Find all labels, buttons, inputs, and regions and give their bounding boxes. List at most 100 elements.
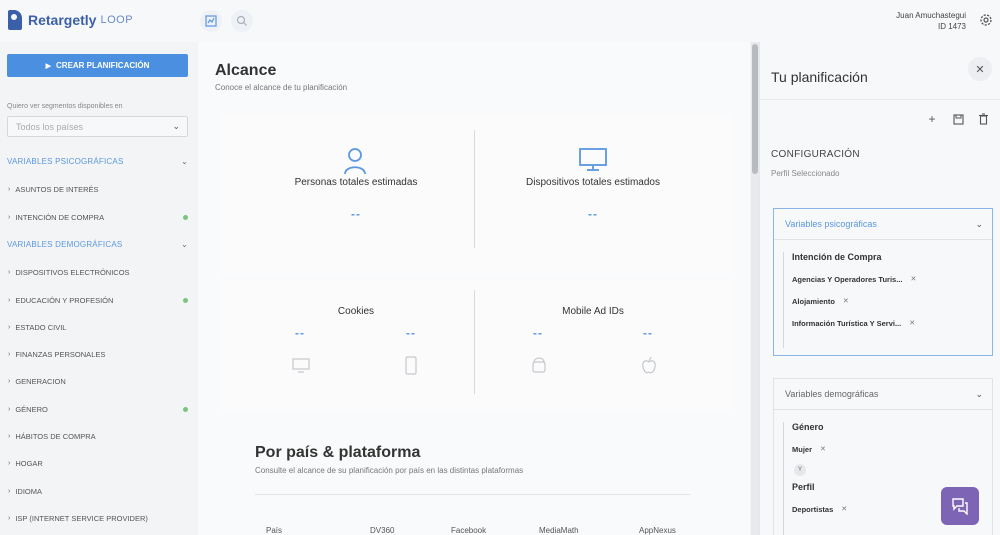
remove-tag-icon[interactable]: ✕	[910, 275, 916, 283]
sidebar-group-label: VARIABLES PSICOGRÁFICAS	[7, 156, 124, 166]
sidebar-item-dispositivos[interactable]: › DISPOSITIVOS ELECTRÓNICOS	[0, 259, 197, 285]
sidebar-item-educacion[interactable]: › EDUCACIÓN Y PROFESIÓN	[0, 287, 197, 313]
monitor-icon	[579, 148, 607, 171]
chevron-right-icon: ›	[8, 405, 11, 413]
cookies-title: Cookies	[337, 306, 375, 317]
chart-icon	[205, 15, 217, 27]
column-header-country[interactable]: País	[266, 526, 282, 535]
segments-label: Quiero ver segmentos disponibles en	[7, 103, 123, 110]
segment-tag-label: Alojamiento	[792, 296, 835, 306]
sidebar-item-generacion[interactable]: › GENERACION	[0, 368, 197, 394]
segment-tag-label: Deportistas	[792, 504, 834, 514]
create-planning-button[interactable]: ▶ CREAR PLANIFICACIÓN	[7, 54, 188, 77]
top-bar: Retargetly LOOP Juan Amuchastegui ID 147…	[0, 0, 1000, 42]
chat-icon	[952, 498, 968, 515]
chevron-right-icon: ›	[8, 487, 11, 495]
divider	[474, 290, 475, 394]
sidebar-group-label: VARIABLES DEMOGRÁFICAS	[7, 239, 123, 249]
user-info[interactable]: Juan Amuchastegui ID 1473	[896, 10, 966, 32]
sidebar-item-label: ISP (INTERNET SERVICE PROVIDER)	[15, 513, 148, 523]
and-operator: Y	[794, 464, 806, 476]
chevron-right-icon: ›	[8, 350, 11, 358]
devices-total-value: --	[588, 207, 598, 221]
demographic-header-label: Variables demográficas	[785, 389, 879, 399]
page-subtitle: Conoce el alcance de tu planificación	[215, 83, 348, 92]
remove-tag-icon[interactable]: ✕	[820, 445, 826, 453]
sidebar-item-label: GENERACION	[15, 376, 66, 386]
product-name: LOOP	[100, 14, 134, 26]
plus-icon: +	[928, 112, 936, 126]
sidebar-group-demograficas[interactable]: VARIABLES DEMOGRÁFICAS ⌄	[0, 232, 197, 256]
chevron-right-icon: ›	[8, 432, 11, 440]
mobile-icon	[405, 356, 417, 375]
country-section-title: Por país & plataforma	[255, 444, 421, 461]
column-header-mediamath[interactable]: MediaMath	[539, 526, 579, 535]
psychographic-header[interactable]: Variables psicográficas ⌄	[774, 209, 992, 240]
brand-name: Retargetly	[28, 12, 97, 28]
sidebar-item-idioma[interactable]: › IDIOMA	[0, 478, 197, 504]
sidebar: ▶ CREAR PLANIFICACIÓN Quiero ver segment…	[0, 42, 197, 535]
chevron-right-icon: ›	[8, 296, 11, 304]
planning-panel: Tu planificación ✕ + CONFIGURACIÓN Perfi…	[759, 42, 1000, 535]
column-header-facebook[interactable]: Facebook	[451, 526, 486, 535]
country-select[interactable]: Todos los países ⌄	[7, 116, 188, 137]
page-title: Alcance	[215, 62, 277, 79]
selected-dot	[183, 406, 188, 412]
android-icon	[532, 357, 546, 373]
sidebar-item-asuntos[interactable]: › ASUNTOS DE INTERÉS	[0, 176, 197, 202]
close-button[interactable]: ✕	[968, 57, 992, 81]
sidebar-item-hogar[interactable]: › HOGAR	[0, 450, 197, 476]
sidebar-item-intencion[interactable]: › INTENCIÓN DE COMPRA	[0, 204, 197, 230]
sidebar-item-label: HÁBITOS DE COMPRA	[15, 431, 96, 441]
remove-tag-icon[interactable]: ✕	[909, 319, 915, 327]
cookies-mobile-value: --	[406, 326, 416, 340]
column-header-dv360[interactable]: DV360	[370, 526, 394, 535]
scrollbar-thumb[interactable]	[752, 44, 758, 174]
chart-nav-button[interactable]	[200, 10, 222, 32]
logo[interactable]: Retargetly LOOP	[8, 10, 133, 30]
sidebar-item-label: INTENCIÓN DE COMPRA	[15, 212, 105, 222]
devices-total-title: Dispositivos totales estimados	[526, 177, 660, 188]
chat-button[interactable]	[941, 487, 979, 525]
ios-value: --	[643, 326, 653, 340]
people-total-title: Personas totales estimadas	[294, 177, 418, 188]
create-planning-label: CREAR PLANIFICACIÓN	[56, 61, 150, 70]
sidebar-item-label: IDIOMA	[15, 486, 43, 496]
search-nav-button[interactable]	[231, 10, 253, 32]
add-button[interactable]: +	[923, 110, 941, 128]
sidebar-item-habitos[interactable]: › HÁBITOS DE COMPRA	[0, 423, 197, 449]
close-icon: ✕	[975, 63, 985, 76]
segment-tag: Alojamiento ✕	[792, 290, 916, 312]
remove-tag-icon[interactable]: ✕	[841, 505, 847, 513]
sidebar-item-label: GÉNERO	[15, 404, 48, 414]
sidebar-group-psicograficas[interactable]: VARIABLES PSICOGRÁFICAS ⌄	[0, 149, 197, 173]
remove-tag-icon[interactable]: ✕	[843, 297, 849, 305]
sidebar-item-label: DISPOSITIVOS ELECTRÓNICOS	[15, 267, 130, 277]
column-header-appnexus[interactable]: AppNexus	[639, 526, 676, 535]
logo-mark-icon	[8, 10, 22, 30]
sidebar-item-label: FINANZAS PERSONALES	[15, 349, 106, 359]
criteria-title: Intención de Compra	[792, 252, 882, 262]
demographic-criteria: Género Mujer ✕ Y Perfil Deportistas ✕	[783, 422, 847, 535]
delete-button[interactable]	[974, 110, 992, 128]
sidebar-item-label: ESTADO CIVIL	[15, 322, 67, 332]
save-button[interactable]	[949, 110, 967, 128]
sidebar-item-label: ASUNTOS DE INTERÉS	[15, 184, 99, 194]
sidebar-item-finanzas[interactable]: › FINANZAS PERSONALES	[0, 341, 197, 367]
demographic-header[interactable]: Variables demográficas ⌄	[774, 379, 992, 410]
sidebar-item-estado-civil[interactable]: › ESTADO CIVIL	[0, 314, 197, 340]
country-select-value: Todos los países	[16, 122, 84, 132]
main-scrollbar[interactable]	[751, 42, 759, 535]
chevron-down-icon: ⌄	[181, 156, 188, 166]
segment-tag-label: Mujer	[792, 444, 813, 454]
divider	[255, 494, 690, 495]
desktop-icon	[292, 358, 310, 373]
chevron-right-icon: ›	[8, 213, 11, 221]
chevron-down-icon: ⌄	[975, 388, 983, 399]
segment-tag: Agencias Y Operadores Turis... ✕	[792, 268, 916, 290]
sidebar-item-isp[interactable]: › ISP (INTERNET SERVICE PROVIDER)	[0, 505, 197, 531]
breakdown-card	[220, 280, 732, 410]
sidebar-item-genero[interactable]: › GÉNERO	[0, 396, 197, 422]
gear-icon[interactable]	[978, 12, 994, 28]
chevron-down-icon: ⌄	[172, 121, 180, 131]
